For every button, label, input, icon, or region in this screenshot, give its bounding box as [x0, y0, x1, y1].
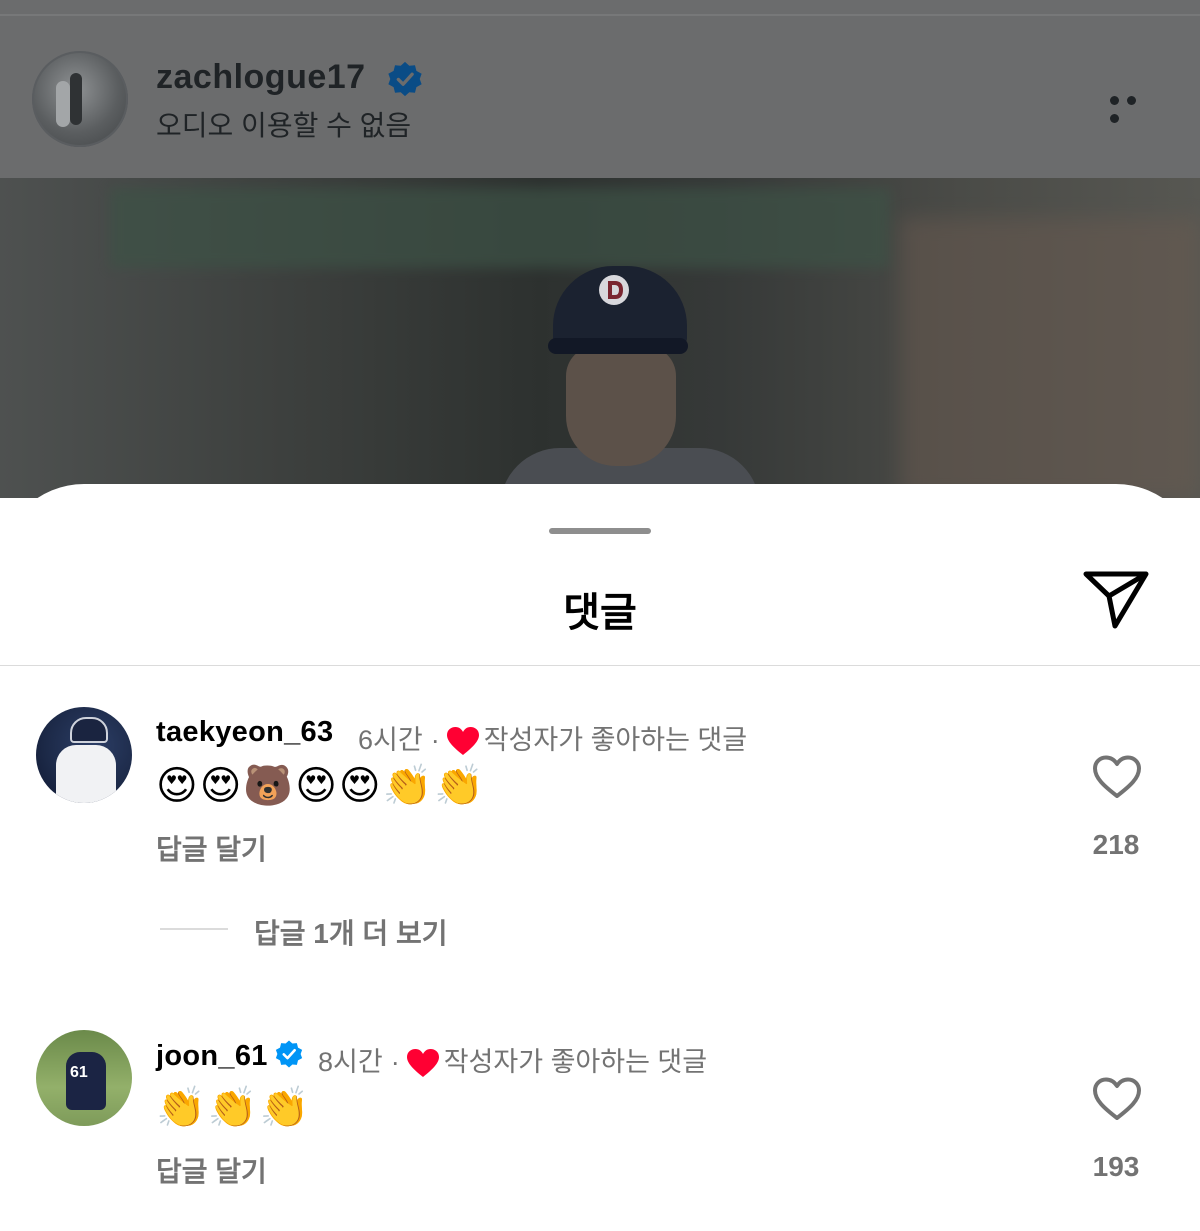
status-divider: [0, 14, 1200, 16]
liked-by-author-heart-icon: [446, 727, 479, 755]
comment-meta: 6시간 · 작성자가 좋아하는 댓글: [358, 718, 747, 757]
liked-by-author-label: 작성자가 좋아하는 댓글: [443, 1047, 708, 1077]
avatar-figure: [70, 717, 108, 743]
like-count: 218: [1092, 829, 1140, 860]
commenter-avatar[interactable]: 61: [36, 1030, 132, 1126]
comment-text: 👏👏👏: [156, 1086, 312, 1130]
sheet-divider: [0, 665, 1200, 666]
comment-username[interactable]: taekyeon_63: [156, 716, 333, 749]
avatar-figure: [56, 81, 70, 127]
meta-separator: ·: [390, 1047, 400, 1077]
team-logo-icon: [599, 275, 629, 305]
poster-username[interactable]: zachlogue17: [156, 58, 366, 97]
like-heart-icon[interactable]: [1092, 1076, 1142, 1122]
share-paper-plane-icon[interactable]: [1080, 566, 1152, 632]
comment-username[interactable]: joon_61: [156, 1039, 304, 1073]
commenter-avatar[interactable]: [36, 707, 132, 803]
view-more-replies-button[interactable]: 답글 1개 더 보기: [254, 912, 447, 952]
verified-badge-icon: [388, 61, 422, 97]
liked-by-author-heart-icon: [406, 1049, 439, 1077]
reply-button[interactable]: 답글 달기: [156, 828, 267, 868]
photo-crowd: [900, 218, 1200, 498]
avatar-jersey: 61: [70, 1064, 88, 1081]
reply-button[interactable]: 답글 달기: [156, 1150, 267, 1190]
comment-time: 6시간: [358, 725, 423, 755]
liked-by-author-label: 작성자가 좋아하는 댓글: [483, 725, 748, 755]
comment-text: 😍😍🐻😍😍👏👏: [156, 764, 487, 808]
player-face: [566, 346, 676, 466]
verified-badge-icon: [275, 1040, 302, 1068]
more-options-icon[interactable]: [1110, 92, 1160, 123]
player-cap-brim: [548, 338, 688, 354]
avatar-figure: [56, 745, 116, 803]
like-count: 193: [1092, 1151, 1140, 1182]
comment-meta: 8시간 · 작성자가 좋아하는 댓글: [318, 1040, 707, 1079]
audio-status: 오디오 이용할 수 없음: [156, 110, 412, 141]
avatar-figure: [70, 73, 82, 125]
sheet-grabber-handle[interactable]: [549, 528, 651, 534]
sheet-title: 댓글: [563, 591, 637, 635]
poster-avatar[interactable]: [32, 51, 128, 147]
comment-time: 8시간: [318, 1047, 383, 1077]
like-heart-icon[interactable]: [1092, 754, 1142, 800]
comment-username-text[interactable]: joon_61: [156, 1040, 268, 1072]
meta-separator: ·: [430, 725, 440, 755]
photo-banner: [110, 188, 890, 268]
replies-divider: [160, 928, 228, 930]
post-photo: [0, 178, 1200, 498]
